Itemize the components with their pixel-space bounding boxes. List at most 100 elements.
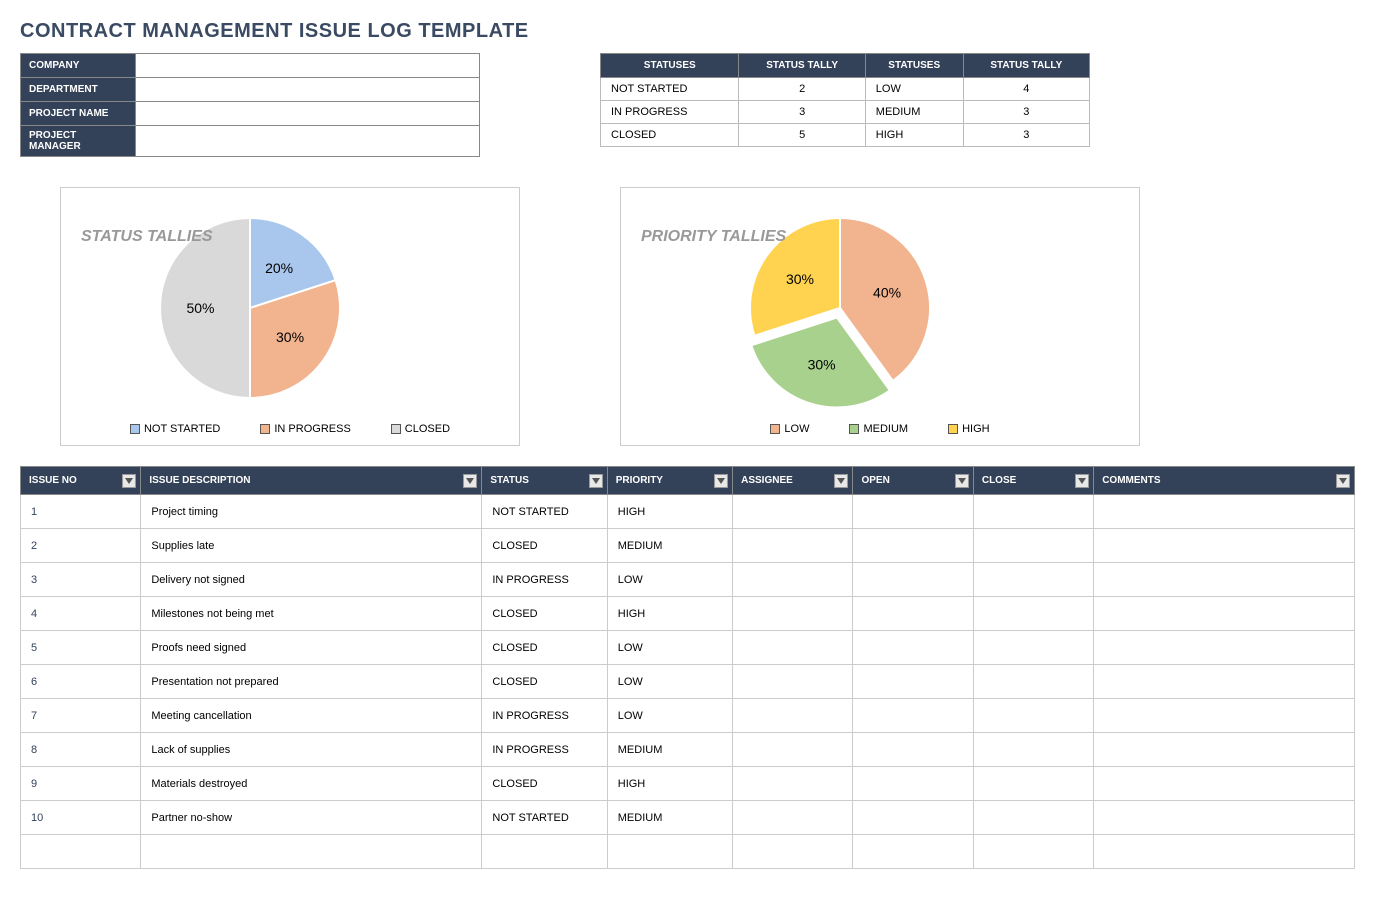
issue-close[interactable] — [973, 631, 1093, 665]
issues-header[interactable]: PRIORITY — [607, 467, 732, 495]
issues-header[interactable]: ISSUE NO — [21, 467, 141, 495]
issue-comments[interactable] — [1094, 563, 1355, 597]
issues-header[interactable]: ISSUE DESCRIPTION — [141, 467, 482, 495]
issue-description[interactable]: Supplies late — [141, 529, 482, 563]
issue-description[interactable]: Materials destroyed — [141, 767, 482, 801]
issues-header[interactable]: OPEN — [853, 467, 973, 495]
issue-comments[interactable] — [1094, 665, 1355, 699]
issue-assignee[interactable] — [733, 631, 853, 665]
meta-value[interactable] — [136, 126, 480, 157]
issue-status[interactable]: CLOSED — [482, 767, 607, 801]
issue-close[interactable] — [973, 597, 1093, 631]
issue-priority[interactable]: LOW — [607, 563, 732, 597]
issue-assignee[interactable] — [733, 699, 853, 733]
issue-open[interactable] — [853, 495, 973, 529]
issue-comments[interactable] — [1094, 801, 1355, 835]
issue-comments[interactable] — [1094, 529, 1355, 563]
filter-dropdown-icon[interactable] — [1075, 474, 1089, 488]
issue-description[interactable]: Proofs need signed — [141, 631, 482, 665]
issue-open[interactable] — [853, 767, 973, 801]
issue-description[interactable]: Presentation not prepared — [141, 665, 482, 699]
issue-open[interactable] — [853, 699, 973, 733]
table-row: 5 Proofs need signed CLOSED LOW — [21, 631, 1355, 665]
issue-close[interactable] — [973, 767, 1093, 801]
filter-dropdown-icon[interactable] — [834, 474, 848, 488]
issue-status[interactable]: CLOSED — [482, 631, 607, 665]
issue-comments[interactable] — [1094, 767, 1355, 801]
issue-open[interactable] — [853, 597, 973, 631]
issue-close[interactable] — [973, 563, 1093, 597]
issue-status[interactable]: NOT STARTED — [482, 495, 607, 529]
meta-value[interactable] — [136, 54, 480, 78]
issue-priority[interactable]: LOW — [607, 631, 732, 665]
issue-description[interactable]: Delivery not signed — [141, 563, 482, 597]
issue-assignee[interactable] — [733, 801, 853, 835]
issue-open[interactable] — [853, 563, 973, 597]
tally-header: STATUS TALLY — [739, 54, 865, 78]
issue-description[interactable]: Project timing — [141, 495, 482, 529]
issue-assignee[interactable] — [733, 563, 853, 597]
issue-comments[interactable] — [1094, 495, 1355, 529]
issue-status[interactable]: IN PROGRESS — [482, 563, 607, 597]
issues-header[interactable]: ASSIGNEE — [733, 467, 853, 495]
issue-description[interactable]: Lack of supplies — [141, 733, 482, 767]
issue-close[interactable] — [973, 529, 1093, 563]
issues-header[interactable]: CLOSE — [973, 467, 1093, 495]
issue-close[interactable] — [973, 665, 1093, 699]
issue-priority[interactable]: MEDIUM — [607, 529, 732, 563]
issue-close[interactable] — [973, 495, 1093, 529]
issue-assignee[interactable] — [733, 835, 853, 869]
issue-description[interactable] — [141, 835, 482, 869]
issue-status[interactable]: CLOSED — [482, 529, 607, 563]
issue-description[interactable]: Meeting cancellation — [141, 699, 482, 733]
issue-open[interactable] — [853, 631, 973, 665]
issue-open[interactable] — [853, 835, 973, 869]
issue-assignee[interactable] — [733, 733, 853, 767]
issue-comments[interactable] — [1094, 733, 1355, 767]
issue-assignee[interactable] — [733, 767, 853, 801]
issue-assignee[interactable] — [733, 529, 853, 563]
issue-priority[interactable]: MEDIUM — [607, 801, 732, 835]
issue-priority[interactable]: MEDIUM — [607, 733, 732, 767]
issue-priority[interactable]: LOW — [607, 699, 732, 733]
issues-header[interactable]: COMMENTS — [1094, 467, 1355, 495]
filter-dropdown-icon[interactable] — [463, 474, 477, 488]
issue-assignee[interactable] — [733, 665, 853, 699]
issue-open[interactable] — [853, 665, 973, 699]
issue-assignee[interactable] — [733, 495, 853, 529]
issue-assignee[interactable] — [733, 597, 853, 631]
issue-comments[interactable] — [1094, 631, 1355, 665]
filter-dropdown-icon[interactable] — [955, 474, 969, 488]
filter-dropdown-icon[interactable] — [589, 474, 603, 488]
issue-close[interactable] — [973, 835, 1093, 869]
header-label: ISSUE NO — [29, 475, 77, 486]
issue-open[interactable] — [853, 529, 973, 563]
issue-comments[interactable] — [1094, 699, 1355, 733]
issues-header[interactable]: STATUS — [482, 467, 607, 495]
issue-priority[interactable] — [607, 835, 732, 869]
filter-dropdown-icon[interactable] — [122, 474, 136, 488]
filter-dropdown-icon[interactable] — [714, 474, 728, 488]
issue-close[interactable] — [973, 699, 1093, 733]
issue-priority[interactable]: HIGH — [607, 597, 732, 631]
issue-status[interactable] — [482, 835, 607, 869]
issue-status[interactable]: IN PROGRESS — [482, 699, 607, 733]
meta-value[interactable] — [136, 102, 480, 126]
issue-comments[interactable] — [1094, 835, 1355, 869]
issue-comments[interactable] — [1094, 597, 1355, 631]
issue-open[interactable] — [853, 801, 973, 835]
issue-status[interactable]: CLOSED — [482, 597, 607, 631]
issue-close[interactable] — [973, 801, 1093, 835]
issue-status[interactable]: CLOSED — [482, 665, 607, 699]
issue-status[interactable]: NOT STARTED — [482, 801, 607, 835]
issue-close[interactable] — [973, 733, 1093, 767]
issue-status[interactable]: IN PROGRESS — [482, 733, 607, 767]
issue-description[interactable]: Milestones not being met — [141, 597, 482, 631]
meta-value[interactable] — [136, 78, 480, 102]
filter-dropdown-icon[interactable] — [1336, 474, 1350, 488]
issue-description[interactable]: Partner no-show — [141, 801, 482, 835]
issue-priority[interactable]: HIGH — [607, 767, 732, 801]
issue-priority[interactable]: HIGH — [607, 495, 732, 529]
issue-priority[interactable]: LOW — [607, 665, 732, 699]
issue-open[interactable] — [853, 733, 973, 767]
